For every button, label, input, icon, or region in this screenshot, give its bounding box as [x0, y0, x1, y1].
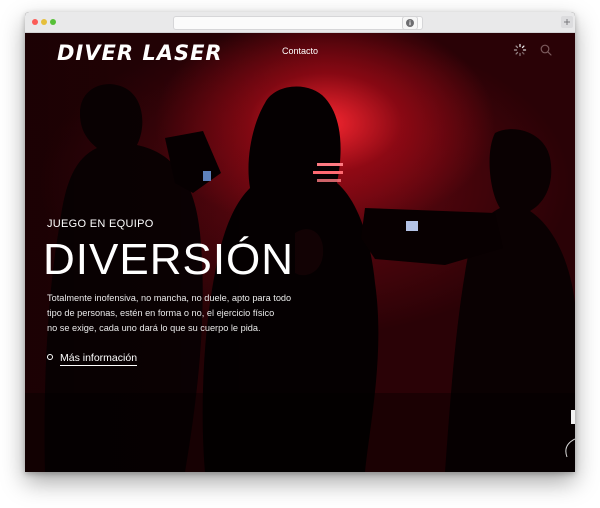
- plus-icon: [564, 19, 570, 25]
- hero-section: DIVER LASER Contacto JUEGO EN EQUIPO DIV…: [25, 33, 575, 472]
- more-info-link[interactable]: Más información: [47, 351, 138, 366]
- maximize-window-button[interactable]: [50, 19, 56, 25]
- circle-bullet-icon: [47, 354, 53, 361]
- hero-description-line: Totalmente inofensiva, no mancha, no due…: [47, 293, 292, 303]
- hero-headline: DIVERSIÓN: [43, 235, 295, 284]
- browser-action-button[interactable]: [402, 16, 418, 30]
- more-info-label: Más información: [60, 352, 138, 366]
- hero-description-line: no se exige, cada uno dará lo que su cue…: [47, 323, 261, 333]
- hero-description-line: tipo de personas, estén en forma o no, e…: [47, 308, 275, 318]
- browser-toolbar: [25, 12, 575, 33]
- decorative-curve: [565, 438, 575, 458]
- hero-eyebrow: JUEGO EN EQUIPO: [47, 218, 154, 230]
- address-bar[interactable]: [173, 16, 423, 30]
- browser-window: DIVER LASER Contacto JUEGO EN EQUIPO DIV…: [25, 12, 575, 472]
- nav-link-contacto[interactable]: Contacto: [282, 45, 318, 57]
- new-tab-button[interactable]: [561, 16, 573, 28]
- minimize-window-button[interactable]: [41, 19, 47, 25]
- hero-description: Totalmente inofensiva, no mancha, no due…: [47, 291, 309, 336]
- side-tab[interactable]: [571, 410, 575, 424]
- info-icon: [406, 19, 414, 27]
- close-window-button[interactable]: [32, 19, 38, 25]
- search-icon[interactable]: [539, 43, 553, 57]
- loader-icon[interactable]: [513, 43, 527, 57]
- site-logo[interactable]: DIVER LASER: [57, 39, 223, 67]
